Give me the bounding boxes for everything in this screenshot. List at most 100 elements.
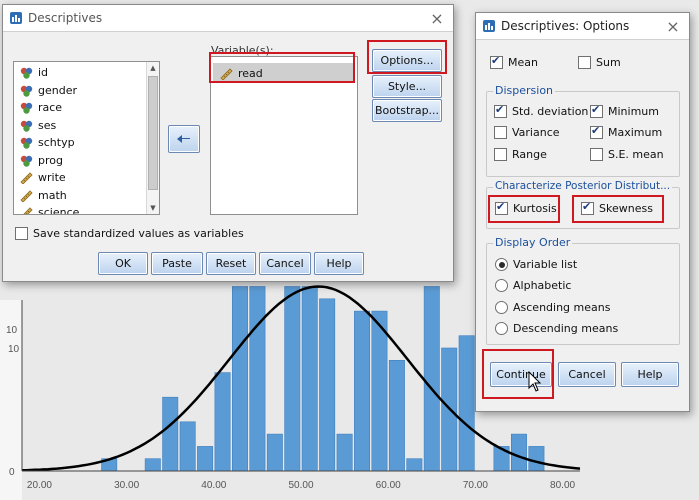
histogram-bar	[266, 433, 283, 472]
variable-item-schtyp[interactable]: schtyp	[14, 134, 159, 152]
variable-label: science	[38, 206, 80, 215]
selected-variable-list[interactable]: read	[210, 56, 358, 215]
variable-label: schtyp	[38, 136, 75, 150]
order-alphabetic-label: Alphabetic	[513, 279, 572, 292]
spss-app-icon	[10, 12, 22, 24]
histogram-bar	[319, 298, 336, 472]
checkbox-box[interactable]	[590, 103, 603, 118]
se-mean-checkbox[interactable]: S.E. mean	[590, 148, 664, 161]
scale-ruler-icon	[23, 207, 33, 214]
radio-circle[interactable]	[495, 301, 508, 314]
spss-app-icon	[483, 20, 495, 32]
checkbox-box[interactable]	[581, 200, 594, 215]
sum-label: Sum	[596, 56, 621, 69]
dispersion-label: Dispersion	[493, 84, 556, 97]
x-tick-label: 80.00	[550, 480, 575, 491]
skewness-checkbox[interactable]: Skewness	[581, 200, 653, 215]
histogram-bar	[179, 421, 196, 472]
dialog-title: Descriptives: Options	[501, 19, 630, 33]
x-tick-label: 40.00	[201, 480, 226, 491]
skewness-label: Skewness	[599, 202, 653, 215]
histogram-bar	[284, 286, 301, 472]
order-descending-radio[interactable]: Descending means	[495, 322, 618, 335]
variable-item-prog[interactable]: prog	[14, 152, 159, 170]
options-cancel-button[interactable]: Cancel	[558, 362, 616, 387]
close-icon[interactable]: ×	[663, 17, 683, 36]
range-label: Range	[512, 148, 547, 161]
scale-ruler-icon	[20, 172, 33, 185]
variable-label: race	[38, 101, 63, 115]
kurtosis-checkbox[interactable]: Kurtosis	[495, 200, 557, 215]
order-alphabetic-radio[interactable]: Alphabetic	[495, 279, 571, 292]
checkbox-box[interactable]	[494, 148, 507, 161]
minimum-label: Minimum	[608, 105, 659, 118]
ok-button[interactable]: OK	[98, 252, 148, 275]
variable-item-ses[interactable]: ses	[14, 117, 159, 135]
variable-item-math[interactable]: math	[14, 187, 159, 205]
variance-label: Variance	[512, 126, 560, 139]
variance-checkbox[interactable]: Variance	[494, 126, 560, 139]
paste-button[interactable]: Paste	[151, 252, 203, 275]
x-tick-label: 60.00	[376, 480, 401, 491]
range-checkbox[interactable]: Range	[494, 148, 547, 161]
variable-label: gender	[38, 83, 77, 97]
scroll-up-icon[interactable]: ▲	[147, 62, 159, 74]
histogram-bar	[388, 359, 405, 472]
nominal-variable-icon	[20, 138, 33, 149]
checkbox-box[interactable]	[495, 200, 508, 215]
y-tick-label: 10	[8, 344, 20, 355]
variable-item-race[interactable]: race	[14, 99, 159, 117]
checkbox-box[interactable]	[578, 56, 591, 69]
variable-label: prog	[38, 153, 63, 167]
order-ascending-radio[interactable]: Ascending means	[495, 301, 610, 314]
order-variable-list-radio[interactable]: Variable list	[495, 258, 577, 271]
se-mean-label: S.E. mean	[608, 148, 664, 161]
reset-button[interactable]: Reset	[206, 252, 256, 275]
x-tick-label: 30.00	[114, 480, 139, 491]
sum-checkbox[interactable]: Sum	[578, 56, 621, 69]
minimum-checkbox[interactable]: Minimum	[590, 103, 659, 118]
checkbox-box[interactable]	[15, 227, 28, 240]
save-standardized-checkbox[interactable]: Save standardized values as variables	[15, 227, 244, 240]
bootstrap-button[interactable]: Bootstrap...	[372, 99, 442, 122]
histogram-bar	[162, 396, 179, 472]
checkbox-box[interactable]	[490, 54, 503, 69]
scroll-down-icon[interactable]: ▼	[147, 202, 159, 214]
variable-item-gender[interactable]: gender	[14, 82, 159, 100]
source-variable-list[interactable]: id gender race ses schtyp prog write math scienc…	[13, 61, 160, 215]
checkbox-box[interactable]	[590, 124, 603, 139]
nominal-variable-icon	[20, 103, 33, 114]
source-list-scrollbar[interactable]: ▲ ▼	[146, 62, 159, 214]
radio-circle[interactable]	[495, 322, 508, 335]
nominal-variable-icon	[20, 68, 33, 79]
histogram-bar	[197, 446, 214, 472]
style-button[interactable]: Style...	[372, 75, 442, 98]
move-variable-button[interactable]	[168, 125, 200, 153]
radio-circle[interactable]	[495, 258, 508, 271]
cancel-button[interactable]: Cancel	[259, 252, 311, 275]
close-icon[interactable]: ×	[427, 9, 447, 28]
radio-circle[interactable]	[495, 279, 508, 292]
help-button[interactable]: Help	[314, 252, 364, 275]
options-help-button[interactable]: Help	[621, 362, 679, 387]
descriptives-titlebar: Descriptives ×	[3, 5, 453, 32]
std-deviation-checkbox[interactable]: Std. deviation	[494, 103, 588, 118]
nominal-variable-icon	[20, 85, 33, 97]
options-button[interactable]: Options...	[372, 49, 442, 72]
checkbox-box[interactable]	[494, 126, 507, 139]
variable-label: id	[38, 66, 49, 80]
nominal-variable-icon	[20, 120, 33, 132]
variable-item-id[interactable]: id	[14, 64, 159, 82]
y-tick-label: 0	[9, 467, 15, 478]
variable-item-write[interactable]: write	[14, 169, 159, 187]
checkbox-box[interactable]	[494, 103, 507, 118]
checkbox-box[interactable]	[590, 148, 603, 161]
histogram-bar	[354, 310, 371, 472]
mean-label: Mean	[508, 56, 538, 69]
variable-item-science[interactable]: science	[14, 204, 159, 215]
selected-variable-item[interactable]: read	[213, 63, 355, 83]
mean-checkbox[interactable]: Mean	[490, 54, 538, 69]
maximum-checkbox[interactable]: Maximum	[590, 124, 662, 139]
scroll-thumb[interactable]	[148, 76, 158, 190]
variable-label: ses	[38, 118, 57, 132]
